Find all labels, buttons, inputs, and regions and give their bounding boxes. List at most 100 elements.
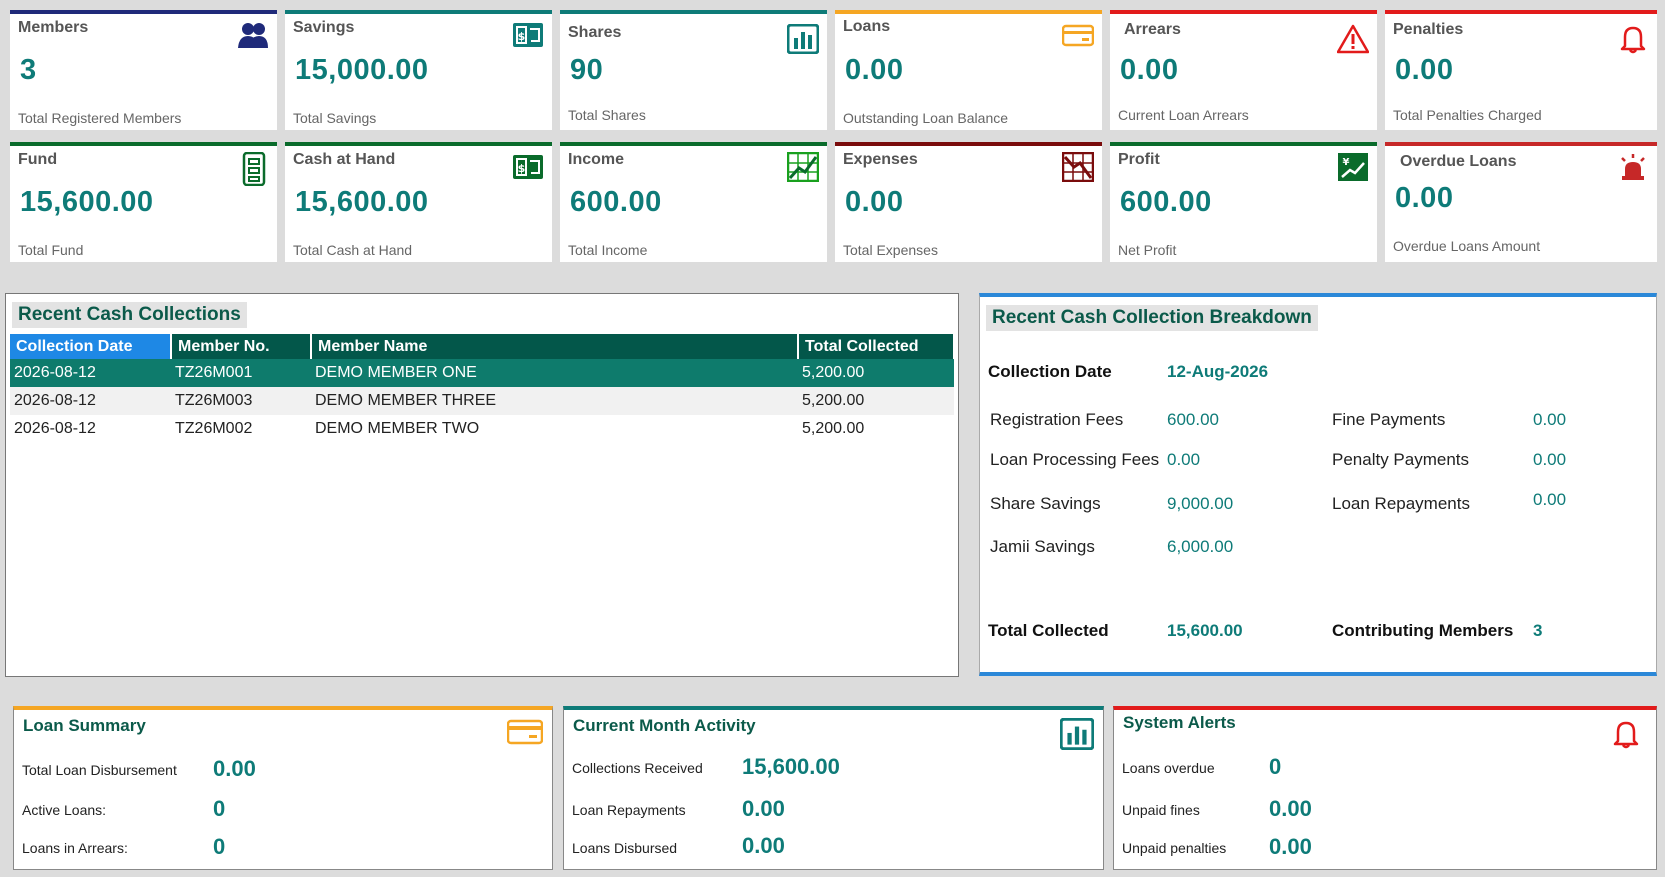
kpi-value: 600.00 <box>570 186 662 218</box>
bell-icon <box>1610 718 1642 750</box>
loan-summary-label: Active Loans: <box>22 802 107 818</box>
cell-total: 5,200.00 <box>798 387 954 415</box>
kpi-subtitle: Overdue Loans Amount <box>1393 238 1541 254</box>
system-alerts-panel: System Alerts Loans overdue 0 Unpaid fin… <box>1113 706 1657 870</box>
system-alert-value: 0 <box>1269 754 1282 779</box>
kpi-value: 15,600.00 <box>295 186 429 218</box>
svg-text:$: $ <box>518 162 526 175</box>
breakdown-label: Fine Payments <box>1332 410 1446 429</box>
system-alert-label: Unpaid fines <box>1122 802 1200 818</box>
column-header-collection-date[interactable]: Collection Date <box>10 334 172 359</box>
table-row[interactable]: 2026-08-12 TZ26M001 DEMO MEMBER ONE 5,20… <box>10 359 954 387</box>
kpi-value: 0.00 <box>1395 54 1454 86</box>
kpi-subtitle: Total Savings <box>293 110 377 126</box>
kpi-title: Shares <box>568 24 622 41</box>
kpi-subtitle: Total Fund <box>18 242 84 258</box>
breakdown-label: Loan Processing Fees <box>990 450 1160 469</box>
panel-title: Recent Cash Collection Breakdown <box>986 305 1318 331</box>
kpi-card-profit[interactable]: Profit 600.00 Net Profit ¥ <box>1110 142 1377 262</box>
kpi-card-cash-at-hand[interactable]: Cash at Hand 15,600.00 Total Cash at Han… <box>285 142 552 262</box>
month-activity-label: Loan Repayments <box>572 802 686 818</box>
kpi-card-fund[interactable]: Fund 15,600.00 Total Fund <box>10 142 277 262</box>
cell-date: 2026-08-12 <box>10 387 171 415</box>
column-header-member-no[interactable]: Member No. <box>171 334 312 359</box>
line-chart-icon <box>786 151 820 183</box>
kpi-value: 15,600.00 <box>20 186 154 218</box>
recent-cash-collections-panel: Recent Cash Collections Collection Date … <box>5 293 959 677</box>
month-activity-label: Collections Received <box>572 760 703 776</box>
breakdown-value: 600.00 <box>1167 410 1219 429</box>
breakdown-label: Registration Fees <box>990 410 1124 429</box>
kpi-title: Overdue Loans <box>1400 153 1517 170</box>
kpi-value: 3 <box>20 54 37 86</box>
table-row[interactable]: 2026-08-12 TZ26M002 DEMO MEMBER TWO 5,20… <box>10 415 954 443</box>
kpi-value: 600.00 <box>1120 186 1212 218</box>
credit-card-icon <box>506 716 544 748</box>
money-icon: $ <box>512 20 544 50</box>
system-alert-value: 0.00 <box>1269 796 1312 821</box>
cell-date: 2026-08-12 <box>10 359 171 387</box>
kpi-subtitle: Total Registered Members <box>18 110 182 126</box>
svg-text:$: $ <box>518 30 526 43</box>
bar-chart-icon <box>1059 717 1095 751</box>
credit-card-icon <box>1061 20 1095 50</box>
total-collected-label: Total Collected <box>988 621 1109 640</box>
kpi-subtitle: Total Cash at Hand <box>293 242 413 258</box>
kpi-card-expenses[interactable]: Expenses 0.00 Total Expenses <box>835 142 1102 262</box>
cell-member-name: DEMO MEMBER THREE <box>311 387 798 415</box>
loan-summary-value: 0.00 <box>213 756 256 781</box>
breakdown-label: Jamii Savings <box>990 537 1095 556</box>
kpi-value: 0.00 <box>845 54 904 86</box>
kpi-title: Loans <box>843 18 891 35</box>
system-alert-label: Loans overdue <box>1122 760 1215 776</box>
panel-title: Recent Cash Collections <box>12 302 247 328</box>
loan-summary-value: 0 <box>213 834 226 859</box>
cash-collection-breakdown-panel: Recent Cash Collection Breakdown Collect… <box>979 293 1657 676</box>
breakdown-label: Penalty Payments <box>1332 450 1470 469</box>
loan-summary-label: Total Loan Disbursement <box>22 762 177 778</box>
bell-icon <box>1617 24 1649 54</box>
kpi-title: Income <box>568 151 625 168</box>
cell-member-no: TZ26M003 <box>171 387 311 415</box>
column-header-member-name[interactable]: Member Name <box>311 334 799 359</box>
profit-icon: ¥ <box>1337 152 1369 182</box>
kpi-title: Expenses <box>843 151 918 168</box>
cell-date: 2026-08-12 <box>14 420 96 437</box>
kpi-card-income[interactable]: Income 600.00 Total Income <box>560 142 827 262</box>
kpi-card-members[interactable]: Members 3 Total Registered Members <box>10 10 277 130</box>
breakdown-label: Share Savings <box>990 494 1101 513</box>
column-header-total-collected[interactable]: Total Collected <box>798 334 955 359</box>
breakdown-value: 6,000.00 <box>1167 537 1234 556</box>
breakdown-value: 0.00 <box>1533 490 1567 509</box>
kpi-subtitle: Total Income <box>568 242 648 258</box>
cell-member-no: TZ26M001 <box>171 359 311 387</box>
total-collected-value: 15,600.00 <box>1167 621 1243 640</box>
cabinet-icon <box>241 151 267 187</box>
month-activity-label: Loans Disbursed <box>572 840 678 856</box>
kpi-card-loans[interactable]: Loans 0.00 Outstanding Loan Balance <box>835 10 1102 130</box>
kpi-subtitle: Outstanding Loan Balance <box>843 110 1009 126</box>
system-alert-label: Unpaid penalties <box>1122 840 1227 856</box>
loan-summary-label: Loans in Arrears: <box>22 840 128 856</box>
breakdown-label: Loan Repayments <box>1332 494 1470 513</box>
loan-summary-panel: Loan Summary Total Loan Disbursement 0.0… <box>13 706 553 870</box>
warning-icon <box>1336 24 1370 54</box>
kpi-card-shares[interactable]: Shares 90 Total Shares <box>560 10 827 130</box>
down-chart-icon <box>1061 151 1095 183</box>
kpi-card-overdue-loans[interactable]: Overdue Loans 0.00 Overdue Loans Amount <box>1385 142 1657 262</box>
kpi-title: Savings <box>293 19 355 36</box>
loan-summary-value: 0 <box>213 796 226 821</box>
kpi-card-savings[interactable]: Savings 15,000.00 Total Savings $ <box>285 10 552 130</box>
breakdown-value: 0.00 <box>1533 410 1567 429</box>
kpi-subtitle: Total Penalties Charged <box>1393 107 1542 123</box>
kpi-value: 0.00 <box>1395 182 1454 214</box>
breakdown-value: 0.00 <box>1167 450 1201 469</box>
kpi-card-arrears[interactable]: Arrears 0.00 Current Loan Arrears <box>1110 10 1377 130</box>
contributing-members-value: 3 <box>1533 621 1543 640</box>
current-month-activity-panel: Current Month Activity Collections Recei… <box>563 706 1104 870</box>
table-row[interactable]: 2026-08-12 TZ26M003 DEMO MEMBER THREE 5,… <box>10 387 954 415</box>
kpi-subtitle: Current Loan Arrears <box>1118 107 1249 123</box>
kpi-card-penalties[interactable]: Penalties 0.00 Total Penalties Charged <box>1385 10 1657 130</box>
breakdown-value: 9,000.00 <box>1167 494 1234 513</box>
kpi-subtitle: Net Profit <box>1118 242 1177 258</box>
